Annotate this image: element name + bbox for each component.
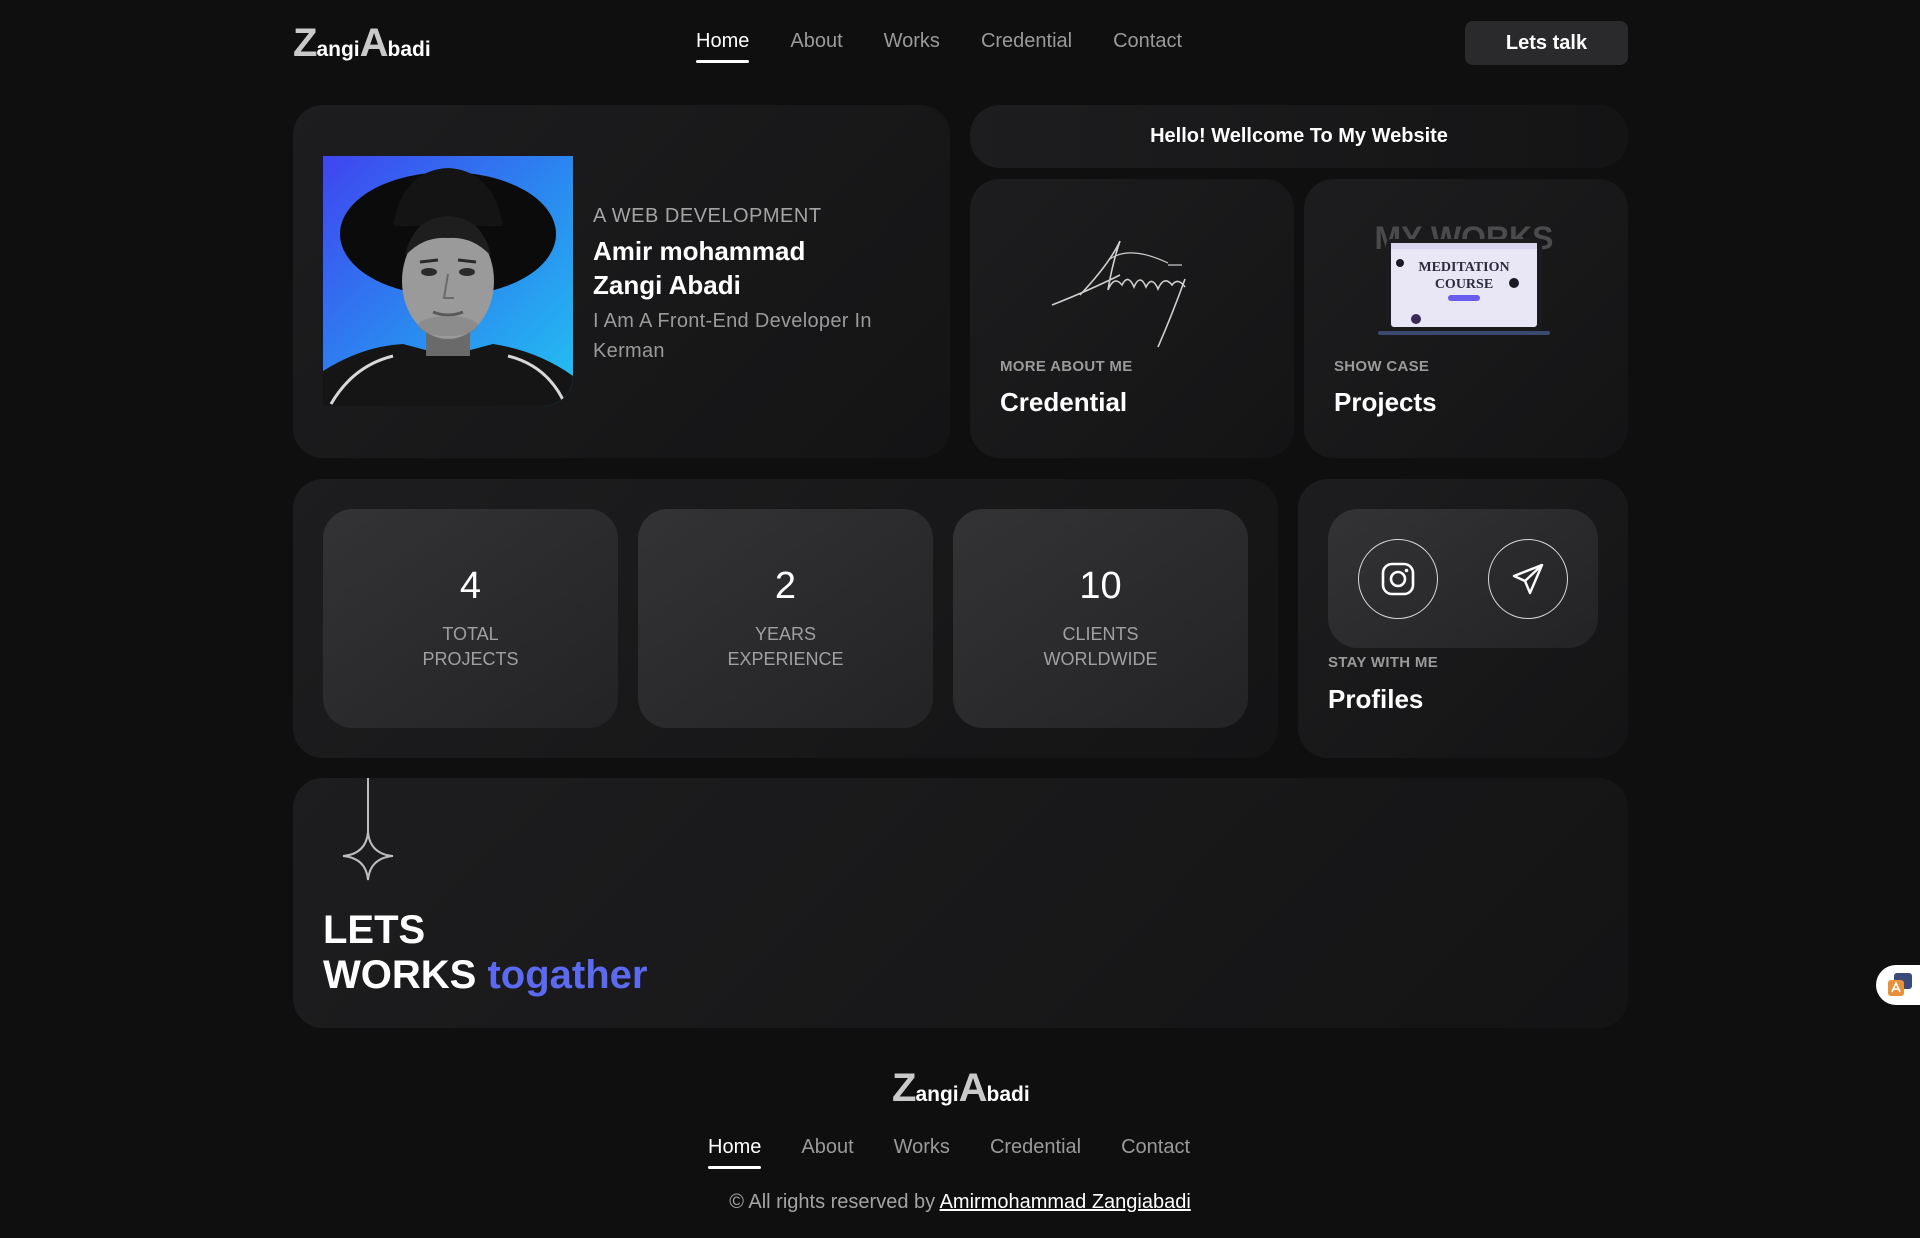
nav-home[interactable]: Home — [696, 30, 750, 63]
instagram-button[interactable] — [1358, 539, 1438, 619]
social-links — [1328, 509, 1598, 648]
footer-logo[interactable]: Z angi A badi — [892, 1066, 1030, 1111]
avatar — [323, 156, 573, 406]
welcome-text: Hello! Wellcome To My Website — [1150, 125, 1448, 147]
site-logo[interactable]: Z angi A badi — [293, 21, 431, 66]
lets-talk-button[interactable]: Lets talk — [1465, 21, 1628, 65]
footer-nav-works[interactable]: Works — [894, 1136, 950, 1169]
telegram-button[interactable] — [1488, 539, 1568, 619]
nav-credential[interactable]: Credential — [981, 30, 1072, 63]
footer-nav-contact[interactable]: Contact — [1121, 1136, 1190, 1169]
projects-title: Projects — [1334, 387, 1437, 417]
nav-works[interactable]: Works — [884, 30, 940, 63]
author-link[interactable]: Amirmohammad Zangiabadi — [940, 1191, 1191, 1213]
copyright: © All rights reserved by Amirmohammad Za… — [729, 1191, 1191, 1213]
stat-number: 2 — [774, 565, 797, 607]
profile-card: A WEB DEVELOPMENT Amir mohammad Zangi Ab… — [293, 105, 950, 458]
stat-number: 4 — [459, 565, 482, 607]
profile-role: A WEB DEVELOPMENT — [593, 205, 822, 227]
profile-text: A WEB DEVELOPMENT Amir mohammad Zangi Ab… — [593, 205, 913, 366]
translate-icon — [1888, 973, 1912, 996]
footer-nav-about[interactable]: About — [801, 1136, 853, 1169]
signature-image — [1051, 240, 1186, 348]
projects-subtitle: SHOW CASE — [1334, 358, 1430, 375]
profile-description: I Am A Front-End Developer In Kerman — [593, 310, 872, 362]
footer-nav-home[interactable]: Home — [708, 1136, 762, 1169]
instagram-icon — [1381, 562, 1415, 596]
stat-years-experience: 2 YEARS EXPERIENCE — [638, 509, 933, 728]
footer-nav-credential[interactable]: Credential — [990, 1136, 1081, 1169]
sparkle-star-icon — [342, 778, 394, 881]
stat-clients-worldwide: 10 CLIENTS WORLDWIDE — [953, 509, 1248, 728]
footer-nav: Home About Works Credential Contact — [708, 1136, 1190, 1169]
profiles-card: STAY WITH ME Profiles — [1298, 479, 1628, 758]
portrait-image — [323, 168, 573, 406]
credential-title: Credential — [1000, 387, 1128, 417]
main-nav: Home About Works Credential Contact — [696, 30, 1182, 63]
stat-number: 10 — [1079, 565, 1122, 607]
profiles-title: Profiles — [1328, 684, 1424, 714]
lets-work-together-card[interactable]: LETS WORKS togather — [293, 778, 1628, 1028]
profile-name: Amir mohammad Zangi Abadi — [593, 236, 806, 300]
nav-contact[interactable]: Contact — [1113, 30, 1182, 63]
svg-text:MEDITATION: MEDITATION — [1418, 260, 1509, 275]
projects-card[interactable]: MY WORKS MEDITATION COURSE SHOW CASE Pro… — [1304, 179, 1628, 458]
stat-label: TOTAL PROJECTS — [422, 624, 519, 669]
svg-text:COURSE: COURSE — [1435, 277, 1493, 292]
cta-accent-word: togather — [487, 953, 648, 997]
credential-subtitle: MORE ABOUT ME — [1000, 358, 1133, 375]
stat-total-projects: 4 TOTAL PROJECTS — [323, 509, 618, 728]
stat-label: YEARS EXPERIENCE — [727, 624, 844, 669]
telegram-icon — [1512, 563, 1544, 595]
welcome-banner: Hello! Wellcome To My Website — [970, 105, 1628, 168]
stat-label: CLIENTS WORLDWIDE — [1043, 624, 1158, 669]
extension-widget[interactable] — [1876, 965, 1920, 1005]
credential-card[interactable]: MORE ABOUT ME Credential — [970, 179, 1294, 458]
works-thumbnail: MY WORKS MEDITATION COURSE — [1375, 220, 1553, 335]
profiles-subtitle: STAY WITH ME — [1328, 654, 1438, 671]
nav-about[interactable]: About — [790, 30, 842, 63]
site-header: Z angi A badi Home About Works Credentia… — [293, 0, 1628, 86]
cta-heading: LETS WORKS togather — [323, 908, 648, 997]
stats-card: 4 TOTAL PROJECTS 2 YEARS EXPERIENCE 10 C… — [293, 479, 1278, 758]
